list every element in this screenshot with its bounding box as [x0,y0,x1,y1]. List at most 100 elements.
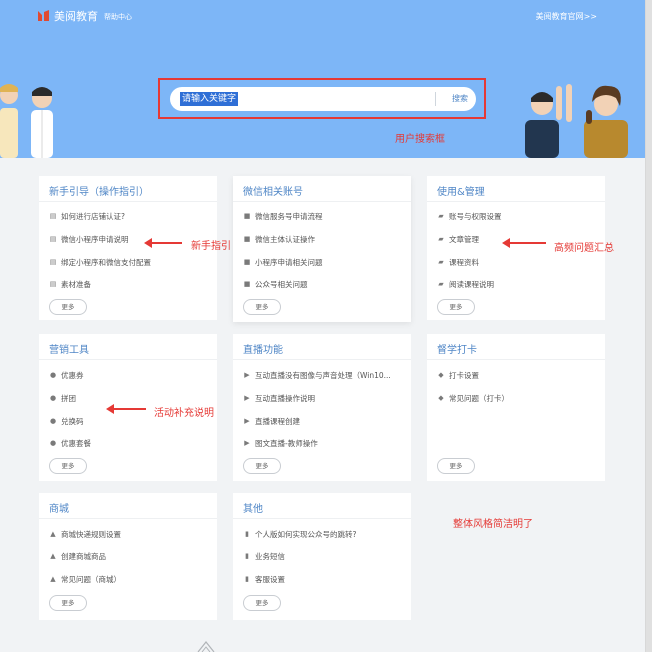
users-icon: ● [49,394,57,402]
more-button[interactable]: 更多 [243,458,281,474]
scrollbar-thumb[interactable] [645,0,652,652]
search-divider [435,92,436,106]
video-icon: ▶ [244,394,250,402]
item-label: 微信小程序申请说明 [61,235,129,244]
more-button[interactable]: 更多 [437,458,475,474]
list-item[interactable]: ■ 微信主体认证操作 [243,234,315,245]
item-label: 个人版如何实现公众号的跳转? [255,530,357,539]
card-divider [427,201,605,202]
item-label: 课程资料 [449,258,479,267]
card-title: 其他 [243,504,263,515]
search-input[interactable]: 请输入关键字 [180,92,239,106]
annotation-newbie: 新手指引 [191,241,231,252]
item-label: 常见问题（打卡） [449,394,509,403]
list-item[interactable]: ▲ 商城快递规则设置 [49,529,121,540]
item-label: 兑换码 [61,417,84,426]
list-item[interactable]: ▶ 互动直播操作说明 [243,393,315,404]
item-label: 绑定小程序和微信支付配置 [61,258,151,267]
item-label: 阅读课程说明 [449,280,494,289]
list-item[interactable]: ■ 微信服务号申请流程 [243,211,323,222]
item-label: 微信主体认证操作 [255,235,315,244]
item-label: 客服设置 [255,575,285,584]
scrollbar-track[interactable] [645,0,652,652]
card-divider [39,201,217,202]
list-item[interactable]: ▲ 创建商城商品 [49,551,106,562]
more-button[interactable]: 更多 [49,299,87,315]
card-wechat-accounts: 微信相关账号 ■ 微信服务号申请流程 ■ 微信主体认证操作 ■ 小程序申请相关问题 ■… [233,176,411,322]
search-bar: 请输入关键字 搜索 [170,87,476,111]
item-label: 小程序申请相关问题 [255,258,323,267]
folder-icon: ▰ [438,280,444,288]
official-site-link[interactable]: 美阅教育官网>> [536,11,597,22]
card-live-features: 直播功能 ▶ 互动直播没有图像与声音处理（Win10... ▶ 互动直播操作说明 ▶… [233,334,411,481]
list-item[interactable]: ◆ 常见问题（打卡） [437,393,509,404]
list-item[interactable]: ▰ 课程资料 [437,257,479,268]
left-people-illustration [0,84,53,158]
more-button[interactable]: 更多 [243,299,281,315]
card-study-checkin: 督学打卡 ◆ 打卡设置 ◆ 常见问题（打卡） 更多 [427,334,605,481]
list-item[interactable]: ■ 公众号相关问题 [243,279,308,290]
list-item[interactable]: ▰ 阅读课程说明 [437,279,494,290]
item-label: 素材准备 [61,280,91,289]
video-icon: ▶ [244,417,250,425]
card-mall: 商城 ▲ 商城快递规则设置 ▲ 创建商城商品 ▲ 常见问题（商城） 更多 [39,493,217,620]
item-label: 互动直播没有图像与声音处理（Win10... [255,371,391,380]
list-item[interactable]: ▮ 客服设置 [243,574,285,585]
book-icon: ▤ [49,235,57,243]
list-item[interactable]: ◆ 打卡设置 [437,370,479,381]
list-item[interactable]: ▶ 互动直播没有图像与声音处理（Win10... [243,370,391,381]
item-label: 拼团 [61,394,76,403]
brand-subtitle: 帮助中心 [104,13,132,21]
list-item[interactable]: ● 优惠套餐 [49,438,91,449]
annotation-arrow [144,238,182,248]
list-item[interactable]: ● 兑换码 [49,416,84,427]
list-item[interactable]: ■ 小程序申请相关问题 [243,257,323,268]
card-divider [233,518,411,519]
list-item[interactable]: ▤ 素材准备 [49,279,91,290]
list-item[interactable]: ▤ 如何进行店铺认证? [49,211,125,222]
item-label: 常见问题（商城） [61,575,121,584]
card-title: 微信相关账号 [243,187,303,198]
more-button[interactable]: 更多 [49,458,87,474]
video-icon: ▶ [244,371,250,379]
square-icon: ■ [243,235,251,243]
item-label: 优惠套餐 [61,439,91,448]
list-item[interactable]: ● 拼团 [49,393,76,404]
item-label: 商城快递规则设置 [61,530,121,539]
list-item[interactable]: ▮ 业务短信 [243,551,285,562]
card-divider [39,518,217,519]
video-icon: ▶ [244,439,250,447]
list-item[interactable]: ● 优惠券 [49,370,84,381]
annotation-faq: 高频问题汇总 [554,243,614,254]
list-item[interactable]: ▲ 常见问题（商城） [49,574,121,585]
card-title: 使用&管理 [437,187,485,198]
item-label: 业务短信 [255,552,285,561]
search-highlight-box: 请输入关键字 搜索 [158,78,486,119]
list-item[interactable]: ▰ 账号与权限设置 [437,211,501,222]
square-icon: ■ [243,258,251,266]
logo-icon [38,10,49,21]
list-item[interactable]: ▶ 直播课程创建 [243,416,300,427]
more-button[interactable]: 更多 [437,299,475,315]
card-title: 督学打卡 [437,345,477,356]
book-icon: ▤ [49,280,57,288]
users-icon: ● [49,417,57,425]
item-label: 互动直播操作说明 [255,394,315,403]
list-item[interactable]: ▶ 图文直播-教师操作 [243,438,317,449]
search-button[interactable]: 搜索 [452,93,468,104]
bell-icon: ▲ [50,530,56,538]
card-divider [233,359,411,360]
list-item[interactable]: ▤ 绑定小程序和微信支付配置 [49,257,151,268]
card-other: 其他 ▮ 个人版如何实现公众号的跳转? ▮ 业务短信 ▮ 客服设置 更多 [233,493,411,620]
item-label: 优惠券 [61,371,84,380]
annotation-activity: 活动补充说明 [154,408,214,419]
item-label: 如何进行店铺认证? [61,212,125,221]
list-item[interactable]: ▤ 微信小程序申请说明 [49,234,129,245]
list-item[interactable]: ▮ 个人版如何实现公众号的跳转? [243,529,356,540]
list-item[interactable]: ▰ 文章管理 [437,234,479,245]
card-title: 营销工具 [49,345,89,356]
book-icon: ▤ [49,212,57,220]
more-button[interactable]: 更多 [49,595,87,611]
more-button[interactable]: 更多 [243,595,281,611]
right-people-illustration [525,84,628,158]
